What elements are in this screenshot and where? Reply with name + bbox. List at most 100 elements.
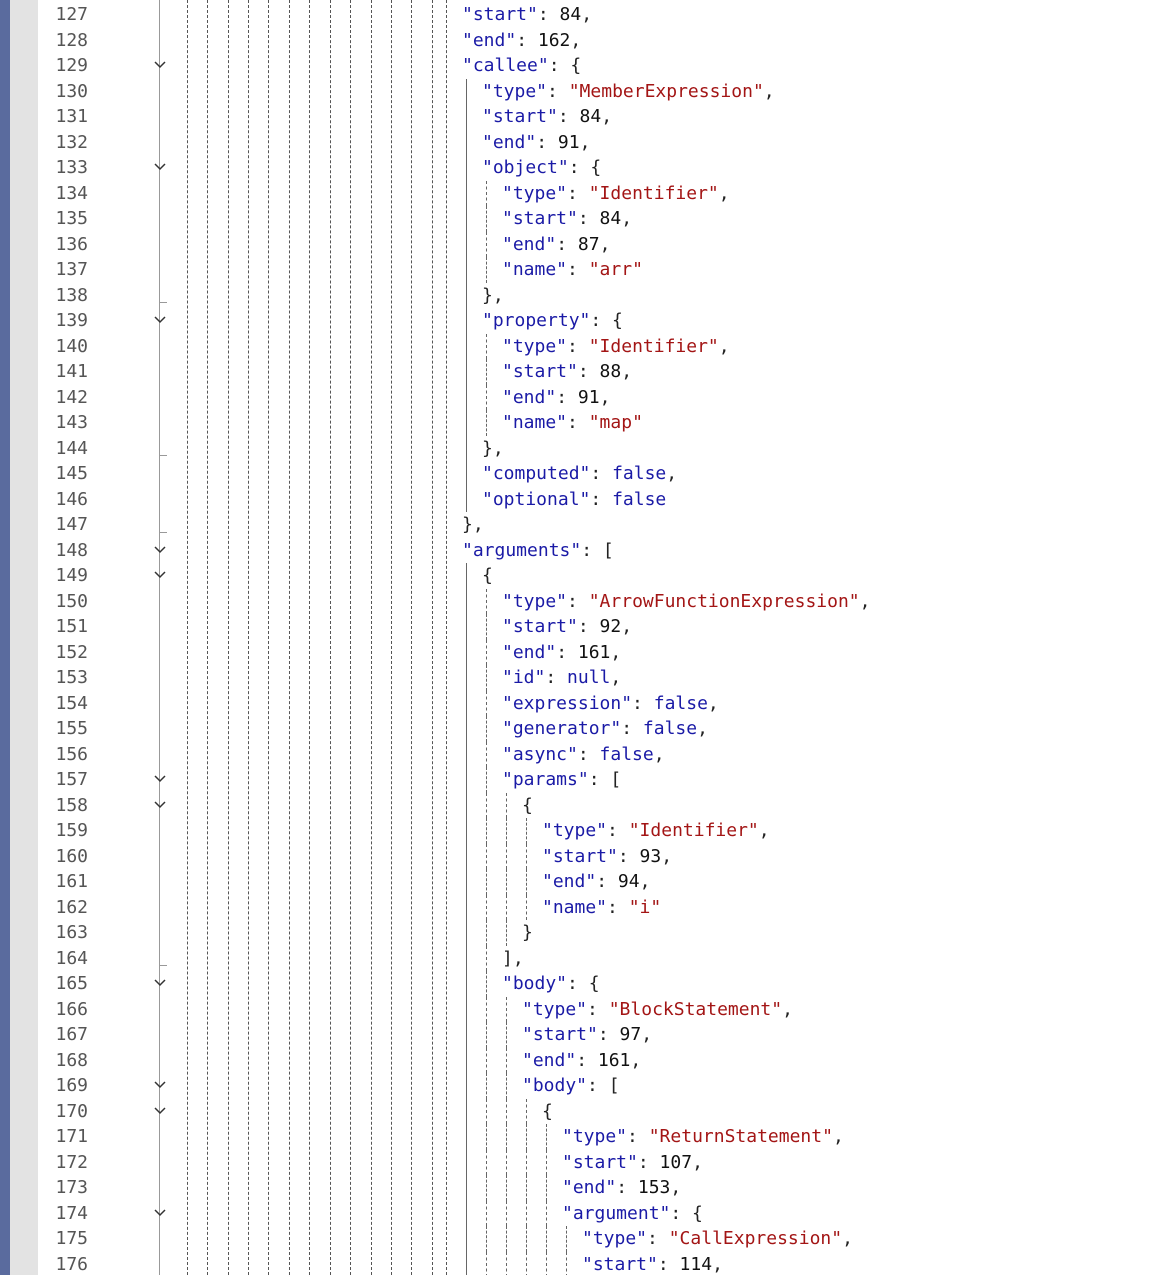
code-line[interactable]: 153 "id": null,: [0, 665, 1167, 691]
code-line[interactable]: 145 "computed": false,: [0, 461, 1167, 487]
token-punctuation: },: [462, 514, 484, 535]
code-line[interactable]: 171 "type": "ReturnStatement",: [0, 1124, 1167, 1150]
code-line[interactable]: 130 "type": "MemberExpression",: [0, 78, 1167, 104]
code-text: "end": 162,: [462, 28, 581, 54]
token-punctuation: :: [607, 896, 629, 918]
token-key: "start": [522, 1024, 598, 1045]
code-line[interactable]: 176 "start": 114,: [0, 1251, 1167, 1275]
inner-indent-guide: [466, 308, 467, 334]
code-line[interactable]: 162 "name": "i": [0, 894, 1167, 920]
code-line[interactable]: 128 "end": 162,: [0, 28, 1167, 54]
code-line[interactable]: 164],: [0, 945, 1167, 971]
token-punctuation: :: [596, 871, 618, 892]
line-number: 146: [55, 488, 88, 510]
fold-chevron-icon[interactable]: [152, 1073, 168, 1099]
code-line[interactable]: 172 "start": 107,: [0, 1149, 1167, 1175]
token-punctuation: ,: [599, 233, 611, 255]
code-line[interactable]: 167 "start": 97,: [0, 1022, 1167, 1048]
token-punctuation: :: [637, 1151, 660, 1173]
code-line[interactable]: 131 "start": 84,: [0, 104, 1167, 130]
code-line[interactable]: 156 "async": false,: [0, 741, 1167, 767]
code-line[interactable]: 159 "type": "Identifier",: [0, 818, 1167, 844]
code-line[interactable]: 158 {: [0, 792, 1167, 819]
line-number: 127: [55, 4, 88, 25]
token-key: "end": [502, 641, 557, 663]
code-line[interactable]: 157 "params": [: [0, 767, 1167, 793]
inner-indent-guide: [466, 971, 467, 997]
code-text: "start": 92,: [502, 614, 632, 640]
token-key: "params": [502, 769, 589, 790]
code-line[interactable]: 170 {: [0, 1098, 1167, 1125]
code-line[interactable]: 142 "end": 91,: [0, 384, 1167, 410]
code-line[interactable]: 148 "arguments": [: [0, 538, 1167, 564]
code-line[interactable]: 138},: [0, 282, 1167, 308]
code-line[interactable]: 169 "body": [: [0, 1073, 1167, 1099]
code-line[interactable]: 166 "type": "BlockStatement",: [0, 996, 1167, 1022]
code-editor[interactable]: 127 "start": 84, 128 "end": 162, 129 "callee"…: [0, 0, 1167, 1275]
fold-end-marker: [159, 455, 167, 456]
fold-chevron-icon[interactable]: [152, 767, 168, 793]
code-text: "start": 84,: [462, 2, 592, 28]
code-line[interactable]: 173 "end": 153,: [0, 1175, 1167, 1201]
token-punctuation: ],: [502, 947, 524, 969]
line-number: 148: [55, 539, 88, 561]
token-punctuation: ,: [859, 590, 871, 612]
line-number: 167: [55, 1024, 88, 1045]
fold-chevron-icon[interactable]: [152, 155, 168, 181]
code-line[interactable]: 140 "type": "Identifier",: [0, 333, 1167, 359]
code-line[interactable]: 155 "generator": false,: [0, 716, 1167, 742]
code-line[interactable]: 139 "property": {: [0, 308, 1167, 334]
token-number: 97: [619, 1024, 642, 1045]
code-line[interactable]: 174 "argument": {: [0, 1200, 1167, 1227]
token-string: "MemberExpression": [568, 80, 764, 102]
code-line[interactable]: 137 "name": "arr": [0, 257, 1167, 283]
code-line[interactable]: 152 "end": 161,: [0, 639, 1167, 665]
code-line[interactable]: 160 "start": 93,: [0, 843, 1167, 870]
code-line[interactable]: 143 "name": "map": [0, 410, 1167, 436]
fold-chevron-icon[interactable]: [152, 1099, 168, 1125]
code-line[interactable]: 147},: [0, 512, 1167, 538]
line-number: 140: [55, 335, 88, 357]
code-line[interactable]: 141 "start": 88,: [0, 359, 1167, 385]
inner-indent-guide: [526, 869, 527, 895]
code-text: "start": 93,: [542, 844, 672, 870]
code-line[interactable]: 133 "object": {: [0, 155, 1167, 181]
code-line[interactable]: 151 "start": 92,: [0, 614, 1167, 640]
line-number: 134: [55, 182, 88, 204]
code-line[interactable]: 144},: [0, 435, 1167, 461]
fold-chevron-icon[interactable]: [152, 308, 168, 334]
code-line[interactable]: 134 "type": "Identifier",: [0, 180, 1167, 206]
token-key: "property": [482, 310, 591, 331]
inner-indent-guide: [466, 920, 467, 946]
fold-chevron-icon[interactable]: [152, 563, 168, 589]
inner-indent-guide: [526, 1175, 527, 1201]
fold-chevron-icon[interactable]: [152, 1201, 168, 1227]
token-key: "start": [582, 1253, 658, 1275]
code-line[interactable]: 163}: [0, 920, 1167, 946]
line-number: 153: [55, 667, 88, 688]
code-line[interactable]: 146 "optional": false: [0, 486, 1167, 512]
code-line[interactable]: 150 "type": "ArrowFunctionExpression",: [0, 588, 1167, 614]
code-line[interactable]: 127 "start": 84,: [0, 2, 1167, 28]
fold-chevron-icon[interactable]: [152, 538, 168, 564]
line-number: 142: [55, 386, 88, 408]
code-line[interactable]: 168 "end": 161,: [0, 1047, 1167, 1073]
code-line[interactable]: 165 "body": {: [0, 971, 1167, 997]
token-key: "end": [462, 29, 517, 51]
code-text: "type": "ReturnStatement",: [562, 1124, 844, 1150]
token-punctuation: :: [545, 667, 568, 688]
code-line[interactable]: 149 {: [0, 563, 1167, 589]
code-line[interactable]: 132 "end": 91,: [0, 129, 1167, 155]
inner-indent-guide: [466, 257, 467, 283]
code-line[interactable]: 129 "callee": {: [0, 53, 1167, 79]
code-line[interactable]: 135 "start": 84,: [0, 206, 1167, 232]
code-line[interactable]: 136 "end": 87,: [0, 231, 1167, 257]
token-key: "start": [482, 106, 558, 127]
code-line[interactable]: 154 "expression": false,: [0, 690, 1167, 716]
fold-chevron-icon[interactable]: [152, 971, 168, 997]
code-line[interactable]: 175 "type": "CallExpression",: [0, 1226, 1167, 1252]
token-punctuation: ,: [763, 80, 775, 102]
fold-chevron-icon[interactable]: [152, 793, 168, 819]
fold-chevron-icon[interactable]: [152, 53, 168, 79]
code-line[interactable]: 161 "end": 94,: [0, 869, 1167, 895]
